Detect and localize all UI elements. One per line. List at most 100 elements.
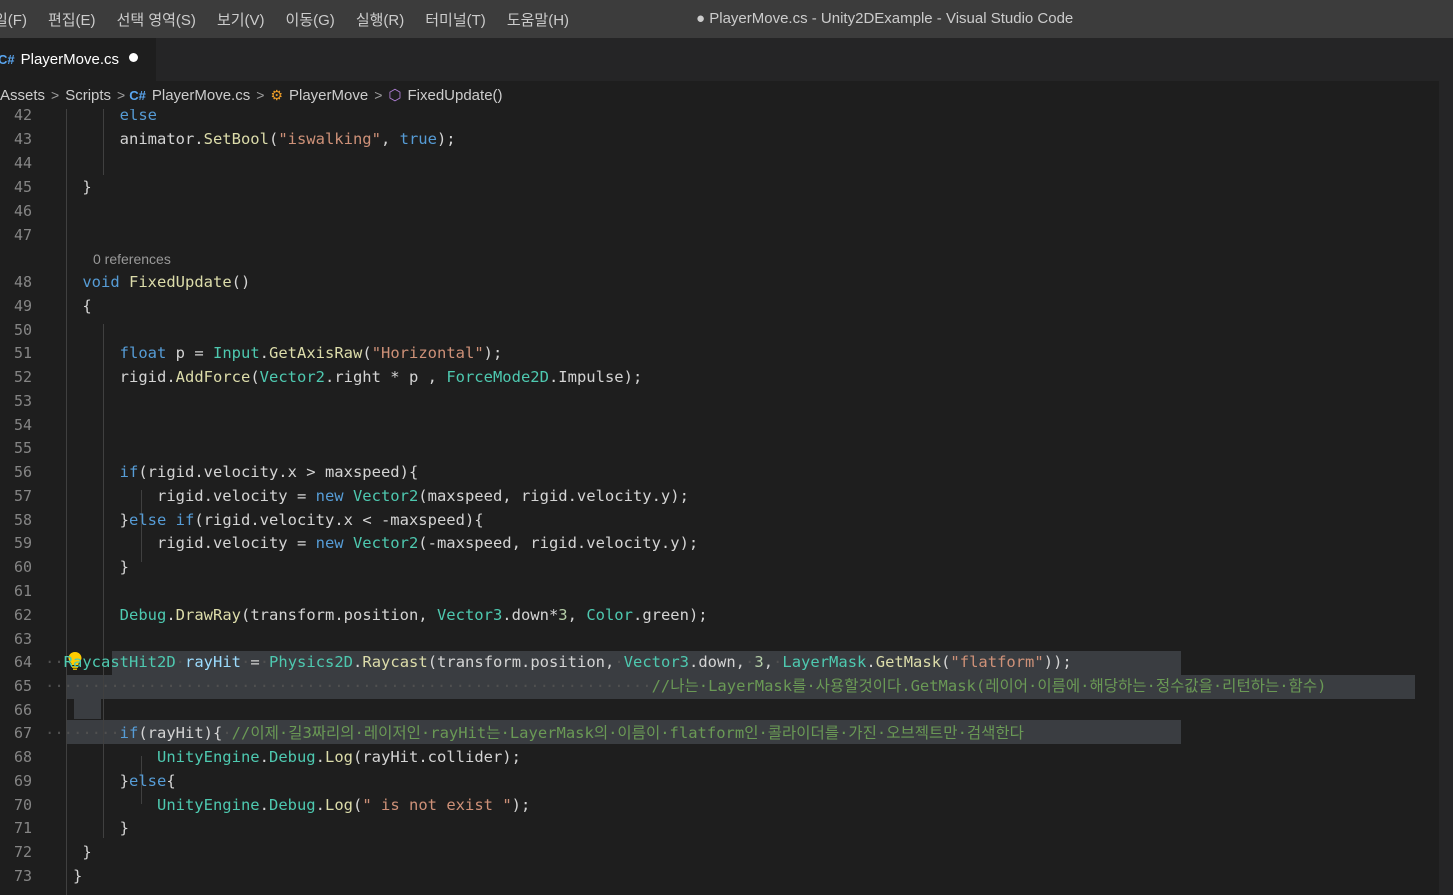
line-number: 73 — [13, 867, 32, 885]
line-number: 66 — [13, 701, 32, 719]
code-line[interactable]: } — [45, 864, 82, 888]
code-token: } — [45, 843, 92, 861]
code-token: · — [222, 724, 232, 742]
tab-label: PlayerMove.cs — [20, 51, 119, 68]
line-number: 61 — [13, 582, 32, 600]
menu-selection[interactable]: 선택 영역(S) — [117, 9, 196, 30]
line-number: 51 — [13, 344, 32, 362]
menu-terminal[interactable]: 터미널(T) — [425, 9, 486, 30]
code-token: else — [129, 511, 167, 529]
menu-run[interactable]: 실행(R) — [356, 9, 404, 30]
code-token: void — [82, 273, 120, 291]
code-line[interactable]: } — [45, 175, 91, 199]
code-token: "flatform" — [950, 653, 1044, 671]
code-line[interactable]: rigid.velocity = new Vector2(maxspeed, r… — [45, 484, 689, 508]
chevron-right-icon: > — [117, 87, 126, 103]
code-token: · — [773, 653, 783, 671]
code-token: .right * p , — [324, 368, 447, 386]
code-token: Debug — [268, 796, 316, 814]
code-token: (rigid.velocity.x < -maxspeed){ — [194, 511, 484, 529]
code-token: (rayHit){ — [138, 724, 223, 742]
code-token: Log — [325, 796, 353, 814]
window-title: ● PlayerMove.cs - Unity2DExample - Visua… — [696, 10, 1074, 27]
code-line[interactable]: }else if(rigid.velocity.x < -maxspeed){ — [45, 508, 484, 532]
code-token: { — [45, 297, 92, 315]
line-number: 53 — [13, 392, 32, 410]
code-token: " is not exist " — [362, 796, 512, 814]
code-line[interactable]: } — [45, 555, 129, 579]
line-number: 46 — [13, 202, 32, 220]
code-line[interactable]: Debug.DrawRay(transform.position, Vector… — [45, 603, 708, 627]
line-number: 48 — [13, 273, 32, 291]
code-editor[interactable]: 0 references 42 43 44 45 46 47 48 49 50 51 52 53 54 5… — [0, 109, 1453, 895]
code-line[interactable]: UnityEngine.Debug.Log(rayHit.collider); — [45, 745, 521, 769]
code-line[interactable]: animator.SetBool("iswalking", true); — [45, 127, 456, 151]
code-line[interactable]: if(rigid.velocity.x > maxspeed){ — [45, 460, 419, 484]
code-line[interactable]: else — [45, 109, 157, 127]
vertical-scrollbar[interactable] — [1439, 38, 1453, 895]
code-line[interactable]: }else{ — [45, 769, 176, 793]
code-token: rigid. — [45, 368, 176, 386]
code-token: ( — [353, 796, 363, 814]
breadcrumb-assets[interactable]: Assets — [0, 87, 45, 104]
tab-playermove[interactable]: C# PlayerMove.cs — [0, 38, 156, 81]
breadcrumb-file[interactable]: PlayerMove.cs — [152, 87, 250, 104]
line-number: 47 — [13, 226, 32, 244]
code-line[interactable]: void FixedUpdate() — [45, 270, 250, 294]
code-token: . — [315, 796, 325, 814]
menu-file[interactable]: 일(F) — [0, 9, 27, 30]
code-token: new — [315, 487, 344, 505]
code-token: ( — [941, 653, 951, 671]
code-token: · — [259, 653, 270, 671]
title-bar: 일(F) 편집(E) 선택 영역(S) 보기(V) 이동(G) 실행(R) 터미… — [0, 0, 1453, 38]
code-token: ); — [436, 130, 456, 148]
breadcrumb-scripts[interactable]: Scripts — [65, 87, 111, 104]
code-line[interactable]: float p = Input.GetAxisRaw("Horizontal")… — [45, 341, 503, 365]
codelens-references[interactable]: 0 references — [93, 251, 171, 267]
code-token: , — [763, 653, 774, 671]
menu-go[interactable]: 이동(G) — [286, 9, 335, 30]
code-line[interactable]: ········································… — [45, 674, 1326, 698]
unsaved-dot-icon[interactable] — [129, 53, 138, 62]
code-line[interactable]: ········if(rayHit){·//이제·길3짜리의·레이저인·rayH… — [45, 721, 1024, 745]
menu-help[interactable]: 도움말(H) — [507, 9, 569, 30]
breadcrumb-class[interactable]: PlayerMove — [289, 87, 368, 104]
code-token: "iswalking" — [278, 130, 381, 148]
code-line[interactable]: { — [45, 294, 92, 318]
code-token: . — [259, 344, 270, 362]
code-line[interactable]: rigid.AddForce(Vector2.right * p , Force… — [45, 365, 643, 389]
line-number: 58 — [13, 511, 32, 529]
code-token: LayerMask — [782, 653, 867, 671]
code-token: } — [45, 819, 129, 837]
code-line[interactable]: ··RaycastHit2D·rayHit·=·Physics2D.Raycas… — [45, 650, 1072, 674]
code-line[interactable]: } — [45, 816, 129, 840]
line-number: 62 — [13, 606, 32, 624]
code-token: 3 — [558, 606, 568, 624]
code-line[interactable]: } — [45, 840, 92, 864]
code-token: else — [129, 772, 167, 790]
code-token: "Horizontal" — [371, 344, 484, 362]
code-token: UnityEngine — [156, 796, 260, 814]
code-token: GetMask — [875, 653, 942, 671]
code-token: . — [259, 796, 269, 814]
line-number: 44 — [13, 154, 32, 172]
code-line[interactable]: UnityEngine.Debug.Log(" is not exist "); — [45, 793, 530, 817]
code-token: (transform.position, — [427, 653, 615, 671]
menu-edit[interactable]: 편집(E) — [48, 9, 96, 30]
code-token: Debug — [119, 606, 167, 624]
code-token: . — [259, 748, 269, 766]
code-token: RaycastHit2D — [63, 653, 176, 671]
code-line[interactable]: rigid.velocity = new Vector2(-maxspeed, … — [45, 531, 698, 555]
code-token: () — [231, 273, 251, 291]
menu-view[interactable]: 보기(V) — [217, 9, 265, 30]
line-number: 45 — [13, 178, 32, 196]
code-token: ); — [483, 344, 503, 362]
code-token: = — [250, 653, 260, 671]
code-token: } — [45, 511, 129, 529]
breadcrumb-method[interactable]: FixedUpdate() — [407, 87, 502, 104]
line-number: 50 — [13, 321, 32, 339]
